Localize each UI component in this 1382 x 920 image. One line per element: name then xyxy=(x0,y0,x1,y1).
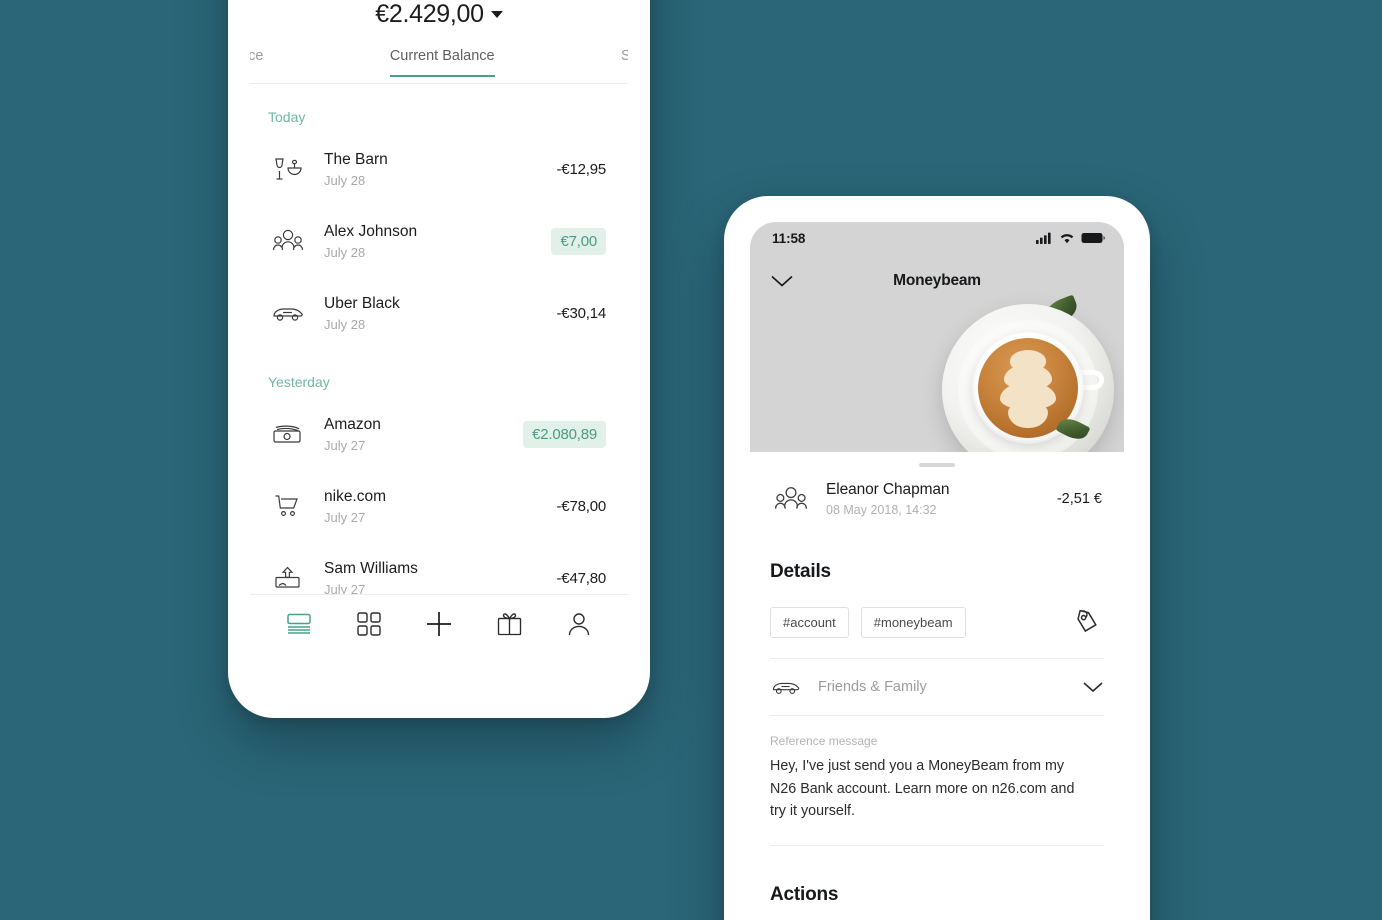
phone-left-screen: €2.429,00 ance Current Balance Sav Today… xyxy=(250,0,628,652)
phone-left-device: €2.429,00 ance Current Balance Sav Today… xyxy=(228,0,650,718)
nav-profile[interactable] xyxy=(553,604,605,644)
nav-transactions[interactable] xyxy=(273,604,325,644)
tag-chip-account[interactable]: #account xyxy=(770,606,849,638)
table-row[interactable]: Alex Johnson July 28 €7,00 xyxy=(250,205,628,277)
category-label: Friends & Family xyxy=(818,679,927,695)
transaction-text: Alex Johnson July 28 xyxy=(308,222,551,259)
transaction-amount: -€78,00 xyxy=(556,497,607,515)
status-bar: 11:58 xyxy=(750,222,1124,254)
nav-spaces[interactable] xyxy=(343,604,395,644)
table-row[interactable]: The Barn July 28 -€12,95 xyxy=(250,133,628,205)
transaction-amount: -€47,80 xyxy=(556,569,607,587)
page-title: Moneybeam xyxy=(893,272,981,289)
people-group-icon xyxy=(770,485,812,513)
category-row[interactable]: Friends & Family xyxy=(750,659,1124,696)
status-time: 11:58 xyxy=(772,230,806,246)
table-row[interactable]: Uber Black July 28 -€30,14 xyxy=(250,277,628,349)
balance-tabs: ance Current Balance Sav xyxy=(250,48,628,84)
transaction-text: Sam Williams July 27 xyxy=(308,559,557,596)
table-row[interactable]: nike.com July 27 -€78,00 xyxy=(250,470,628,542)
transaction-title: The Barn xyxy=(324,151,388,169)
shopping-cart-icon xyxy=(268,489,308,523)
cash-icon xyxy=(268,417,308,451)
caret-down-icon[interactable] xyxy=(490,11,503,18)
car-icon xyxy=(268,296,308,330)
coffee-latte-photo xyxy=(936,294,1124,452)
transaction-text: nike.com July 27 xyxy=(308,487,557,524)
transaction-date: July 27 xyxy=(324,509,366,525)
tab-main-balance[interactable]: ance xyxy=(250,48,263,75)
wifi-icon xyxy=(1060,234,1074,244)
battery-icon xyxy=(1081,233,1105,243)
tag-icon[interactable] xyxy=(1070,605,1104,639)
hero-header: Moneybeam xyxy=(750,254,1124,308)
tags-row: #account #moneybeam xyxy=(750,583,1124,639)
chevron-down-icon[interactable] xyxy=(1082,681,1104,693)
phone-right-device: 11:58 Moneybeam Eleanor Chapman 08 May 2… xyxy=(724,196,1150,920)
transaction-title: Uber Black xyxy=(324,295,400,313)
transaction-title: Sam Williams xyxy=(324,560,418,578)
reference-message-text: Hey, I've just send you a MoneyBeam from… xyxy=(770,758,1075,820)
transaction-amount: -€30,14 xyxy=(556,304,607,322)
balance-header[interactable]: €2.429,00 xyxy=(250,0,628,29)
nav-add[interactable] xyxy=(413,604,465,644)
transaction-summary-text: Eleanor Chapman 08 May 2018, 14:32 xyxy=(812,481,1057,517)
signal-icon xyxy=(1036,232,1051,244)
reference-message-label: Reference message xyxy=(770,734,878,748)
nav-rewards[interactable] xyxy=(483,604,535,644)
transaction-amount: -2,51 € xyxy=(1056,491,1102,507)
tag-chip-moneybeam[interactable]: #moneybeam xyxy=(860,606,966,638)
transaction-date: July 27 xyxy=(324,437,366,453)
chevron-down-icon[interactable] xyxy=(770,274,794,288)
transaction-text: The Barn July 28 xyxy=(308,150,557,187)
transaction-title: nike.com xyxy=(324,488,387,506)
transaction-counterparty: Eleanor Chapman xyxy=(826,481,950,498)
screenshot-stage: €2.429,00 ance Current Balance Sav Today… xyxy=(0,0,1382,920)
transaction-datetime: 08 May 2018, 14:32 xyxy=(826,503,937,517)
people-group-icon xyxy=(268,224,308,258)
transaction-amount: €2.080,89 xyxy=(523,420,606,448)
actions-heading: Actions xyxy=(770,883,839,905)
transaction-title: Amazon xyxy=(324,416,381,434)
tab-current-balance[interactable]: Current Balance xyxy=(389,48,495,77)
table-row[interactable]: Amazon July 27 €2.080,89 xyxy=(250,398,628,470)
transaction-title: Alex Johnson xyxy=(324,223,418,241)
transaction-text: Amazon July 27 xyxy=(308,415,523,452)
transaction-text: Uber Black July 28 xyxy=(308,294,557,331)
status-icons xyxy=(1036,232,1105,244)
section-label-yesterday: Yesterday xyxy=(268,374,330,390)
details-heading: Details xyxy=(770,561,831,582)
restaurant-icon xyxy=(268,152,308,186)
car-icon xyxy=(770,678,810,696)
hero-image-area: Moneybeam xyxy=(750,254,1124,452)
transaction-date: July 28 xyxy=(324,316,366,332)
tab-savings[interactable]: Sav xyxy=(621,48,628,75)
transaction-summary[interactable]: Eleanor Chapman 08 May 2018, 14:32 -2,51… xyxy=(750,467,1124,517)
balance-amount: €2.429,00 xyxy=(375,0,484,28)
transfer-out-icon xyxy=(268,561,308,595)
transaction-date: July 28 xyxy=(324,244,366,260)
transaction-amount: €7,00 xyxy=(551,227,606,255)
transaction-amount: -€12,95 xyxy=(556,160,607,178)
bottom-navigation-bar xyxy=(250,594,628,652)
transaction-date: July 28 xyxy=(324,172,366,188)
phone-right-screen: 11:58 Moneybeam Eleanor Chapman 08 May 2… xyxy=(750,222,1124,920)
section-label-today: Today xyxy=(268,109,306,125)
